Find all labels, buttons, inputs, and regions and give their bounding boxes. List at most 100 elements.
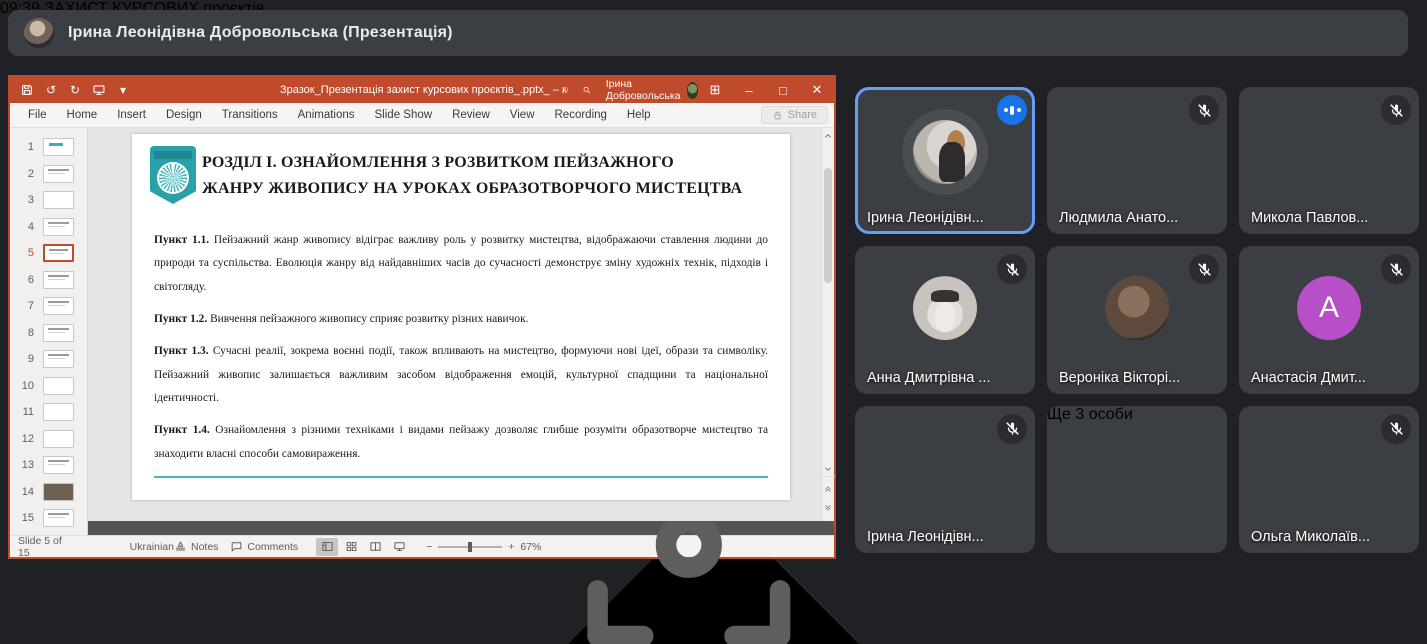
slide-thumbnail-panel[interactable]: 123456789101112131415: [10, 128, 88, 535]
thumbnail-preview[interactable]: [43, 271, 74, 289]
thumbnail-preview[interactable]: [43, 218, 74, 236]
scrollbar-thumb[interactable]: [824, 168, 832, 282]
ribbon-tab-view[interactable]: View: [500, 103, 545, 127]
comments-toggle[interactable]: Comments: [230, 540, 298, 553]
thumbnail-number: 14: [20, 486, 34, 498]
document-title: Зразок_Презентація захист курсових проєк…: [280, 84, 568, 96]
slide-thumbnail-3[interactable]: 3: [10, 187, 87, 214]
ribbon-tab-home[interactable]: Home: [57, 103, 108, 127]
ribbon-tab-design[interactable]: Design: [156, 103, 212, 127]
slideshow-icon[interactable]: [92, 83, 106, 97]
participant-tile[interactable]: Микола Павлов...: [1239, 87, 1419, 234]
account-avatar[interactable]: [687, 82, 698, 99]
minimize-icon[interactable]: –: [732, 77, 766, 103]
ribbon-tab-help[interactable]: Help: [617, 103, 661, 127]
participant-tile[interactable]: Ірина Леонідівн...: [855, 406, 1035, 553]
mic-muted-icon: [1189, 254, 1219, 284]
thumbnail-preview[interactable]: [43, 509, 74, 527]
zoom-level[interactable]: 67%: [520, 541, 546, 553]
customize-qat-icon[interactable]: ▾: [116, 83, 130, 97]
scroll-down-icon[interactable]: [822, 461, 835, 476]
slide-sorter-button[interactable]: [340, 538, 362, 556]
slide-scrollbar[interactable]: [821, 128, 834, 521]
participant-name: Микола Павлов...: [1251, 210, 1368, 226]
ribbon-tab-insert[interactable]: Insert: [107, 103, 156, 127]
ppt-title-bar[interactable]: ↺ ↻ ▾ Зразок_Презентація захист курсових…: [10, 77, 834, 103]
participant-tile[interactable]: А Анастасія Дмит...: [1239, 246, 1419, 393]
ribbon-tab-recording[interactable]: Recording: [545, 103, 617, 127]
letter-avatar: А: [1297, 276, 1361, 340]
slide-canvas: РОЗДІЛ І. ОЗНАЙОМЛЕННЯ З РОЗВИТКОМ ПЕЙЗА…: [88, 128, 834, 521]
thumbnail-preview[interactable]: [43, 244, 74, 262]
slide-paragraph: Пункт 1.2. Вивчення пейзажного живопису …: [154, 308, 768, 331]
account-name[interactable]: Ірина Добровольська: [606, 78, 681, 102]
search-icon[interactable]: [582, 83, 591, 97]
participant-tile[interactable]: Вероніка Вікторі...: [1047, 246, 1227, 393]
zoom-in-icon[interactable]: +: [508, 541, 514, 553]
participant-tile[interactable]: Ольга Миколаїв...: [1239, 406, 1419, 553]
thumbnail-preview[interactable]: [43, 350, 74, 368]
slide-thumbnail-9[interactable]: 9: [10, 346, 87, 373]
slide-thumbnail-5[interactable]: 5: [10, 240, 87, 267]
thumbnail-preview[interactable]: [43, 483, 74, 501]
participant-name: Вероніка Вікторі...: [1059, 370, 1180, 386]
thumbnail-preview[interactable]: [43, 430, 74, 448]
close-icon[interactable]: ✕: [800, 77, 834, 103]
slide-thumbnail-1[interactable]: 1: [10, 134, 87, 161]
slide-thumbnail-2[interactable]: 2: [10, 161, 87, 188]
zoom-slider[interactable]: [438, 546, 502, 548]
maximize-icon[interactable]: □: [766, 77, 800, 103]
next-slide-icon[interactable]: [822, 500, 835, 515]
thumbnail-preview[interactable]: [43, 138, 74, 156]
slide-counter: Slide 5 of 15: [18, 535, 74, 559]
thumbnail-preview[interactable]: [43, 165, 74, 183]
slide-5[interactable]: РОЗДІЛ І. ОЗНАЙОМЛЕННЯ З РОЗВИТКОМ ПЕЙЗА…: [132, 134, 790, 500]
avatar: [913, 120, 977, 184]
scroll-up-icon[interactable]: [822, 128, 835, 143]
undo-icon[interactable]: ↺: [44, 83, 58, 97]
thumbnail-preview[interactable]: [43, 324, 74, 342]
ribbon-tab-transitions[interactable]: Transitions: [212, 103, 288, 127]
reading-view-button[interactable]: [364, 538, 386, 556]
ribbon-tab-slide-show[interactable]: Slide Show: [365, 103, 443, 127]
overflow-participants-tile[interactable]: Ще 3 особи: [1047, 406, 1227, 553]
thumbnail-preview[interactable]: [43, 297, 74, 315]
slide-thumbnail-11[interactable]: 11: [10, 399, 87, 426]
redo-icon[interactable]: ↻: [68, 83, 82, 97]
participant-tile[interactable]: Анна Дмитрівна ...: [855, 246, 1035, 393]
slide-paragraph: Пункт 1.4. Ознайомлення з різними технік…: [154, 419, 768, 466]
thumbnail-preview[interactable]: [43, 456, 74, 474]
save-icon[interactable]: [20, 83, 34, 97]
ppt-ribbon-tabs: FileHomeInsertDesignTransitionsAnimation…: [10, 103, 834, 128]
participant-tile[interactable]: Людмила Анато...: [1047, 87, 1227, 234]
ribbon-display-icon[interactable]: ⊞: [698, 77, 732, 103]
ribbon-tab-file[interactable]: File: [18, 103, 57, 127]
meet-app: Ірина Леонідівна Добровольська (Презента…: [0, 0, 1427, 644]
thumbnail-preview[interactable]: [43, 403, 74, 421]
ribbon-tab-review[interactable]: Review: [442, 103, 500, 127]
ribbon-tab-animations[interactable]: Animations: [288, 103, 365, 127]
slide-thumbnail-6[interactable]: 6: [10, 267, 87, 294]
slide-thumbnail-14[interactable]: 14: [10, 479, 87, 506]
slide-thumbnail-15[interactable]: 15: [10, 505, 87, 532]
normal-view-button[interactable]: [316, 538, 338, 556]
thumbnail-preview[interactable]: [43, 191, 74, 209]
thumbnail-preview[interactable]: [43, 377, 74, 395]
zoom-out-icon[interactable]: −: [426, 541, 432, 553]
school-emblem-logo: [150, 146, 196, 204]
slide-paragraph: Пункт 1.3. Сучасні реалії, зокрема воєнн…: [154, 340, 768, 410]
share-button[interactable]: Share: [761, 106, 828, 124]
slide-thumbnail-7[interactable]: 7: [10, 293, 87, 320]
scrollbar-track[interactable]: [822, 143, 834, 461]
ppt-status-bar: Slide 5 of 15 Ukrainian Notes Comments: [10, 535, 834, 557]
slide-thumbnail-4[interactable]: 4: [10, 214, 87, 241]
notes-toggle[interactable]: Notes: [174, 540, 218, 553]
slide-thumbnail-8[interactable]: 8: [10, 320, 87, 347]
slide-thumbnail-10[interactable]: 10: [10, 373, 87, 400]
previous-slide-icon[interactable]: [822, 481, 835, 496]
slideshow-view-button[interactable]: [388, 538, 410, 556]
language-indicator[interactable]: Ukrainian: [130, 541, 174, 553]
slide-thumbnail-12[interactable]: 12: [10, 426, 87, 453]
participant-tile[interactable]: Ірина Леонідівн...: [855, 87, 1035, 234]
slide-thumbnail-13[interactable]: 13: [10, 452, 87, 479]
